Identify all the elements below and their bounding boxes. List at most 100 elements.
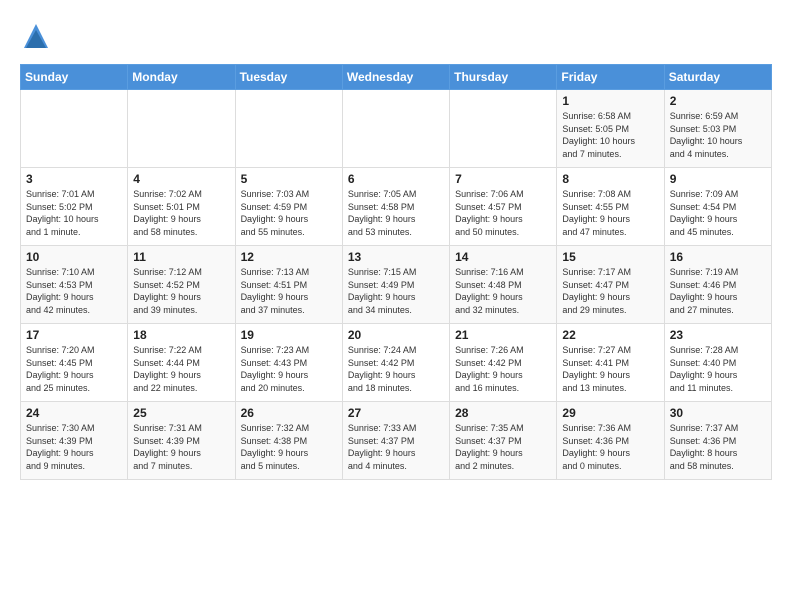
- day-cell: 21 Sunrise: 7:26 AM Sunset: 4:42 PM Dayli…: [450, 324, 557, 402]
- header-row: [20, 16, 772, 52]
- calendar-container: SundayMondayTuesdayWednesdayThursdayFrid…: [0, 0, 792, 490]
- day-cell: 17 Sunrise: 7:20 AM Sunset: 4:45 PM Dayli…: [21, 324, 128, 402]
- day-info: Sunrise: 7:33 AM Sunset: 4:37 PM Dayligh…: [348, 422, 444, 472]
- day-info: Sunrise: 7:23 AM Sunset: 4:43 PM Dayligh…: [241, 344, 337, 394]
- day-cell: [235, 90, 342, 168]
- day-number: 29: [562, 406, 658, 420]
- header-row-days: SundayMondayTuesdayWednesdayThursdayFrid…: [21, 65, 772, 90]
- day-number: 22: [562, 328, 658, 342]
- day-number: 14: [455, 250, 551, 264]
- header-friday: Friday: [557, 65, 664, 90]
- day-number: 30: [670, 406, 766, 420]
- calendar-table: SundayMondayTuesdayWednesdayThursdayFrid…: [20, 64, 772, 480]
- day-number: 4: [133, 172, 229, 186]
- day-number: 2: [670, 94, 766, 108]
- day-number: 17: [26, 328, 122, 342]
- header-wednesday: Wednesday: [342, 65, 449, 90]
- day-cell: 24 Sunrise: 7:30 AM Sunset: 4:39 PM Dayli…: [21, 402, 128, 480]
- day-info: Sunrise: 6:59 AM Sunset: 5:03 PM Dayligh…: [670, 110, 766, 160]
- day-cell: 27 Sunrise: 7:33 AM Sunset: 4:37 PM Dayli…: [342, 402, 449, 480]
- day-info: Sunrise: 7:09 AM Sunset: 4:54 PM Dayligh…: [670, 188, 766, 238]
- day-info: Sunrise: 7:32 AM Sunset: 4:38 PM Dayligh…: [241, 422, 337, 472]
- day-number: 11: [133, 250, 229, 264]
- day-cell: 8Sunrise: 7:08 AM Sunset: 4:55 PM Daylig…: [557, 168, 664, 246]
- day-cell: 30 Sunrise: 7:37 AM Sunset: 4:36 PM Dayli…: [664, 402, 771, 480]
- day-info: Sunrise: 7:24 AM Sunset: 4:42 PM Dayligh…: [348, 344, 444, 394]
- day-cell: [342, 90, 449, 168]
- day-number: 27: [348, 406, 444, 420]
- day-info: Sunrise: 7:26 AM Sunset: 4:42 PM Dayligh…: [455, 344, 551, 394]
- day-number: 15: [562, 250, 658, 264]
- day-cell: 2 Sunrise: 6:59 AM Sunset: 5:03 PM Daylig…: [664, 90, 771, 168]
- day-info: Sunrise: 7:10 AM Sunset: 4:53 PM Dayligh…: [26, 266, 122, 316]
- day-info: Sunrise: 7:20 AM Sunset: 4:45 PM Dayligh…: [26, 344, 122, 394]
- day-info: Sunrise: 7:15 AM Sunset: 4:49 PM Dayligh…: [348, 266, 444, 316]
- day-info: Sunrise: 7:36 AM Sunset: 4:36 PM Dayligh…: [562, 422, 658, 472]
- day-info: Sunrise: 7:27 AM Sunset: 4:41 PM Dayligh…: [562, 344, 658, 394]
- day-info: Sunrise: 7:37 AM Sunset: 4:36 PM Dayligh…: [670, 422, 766, 472]
- day-info: Sunrise: 7:02 AM Sunset: 5:01 PM Dayligh…: [133, 188, 229, 238]
- day-number: 3: [26, 172, 122, 186]
- day-number: 12: [241, 250, 337, 264]
- day-info: Sunrise: 7:19 AM Sunset: 4:46 PM Dayligh…: [670, 266, 766, 316]
- day-cell: 22 Sunrise: 7:27 AM Sunset: 4:41 PM Dayli…: [557, 324, 664, 402]
- day-number: 10: [26, 250, 122, 264]
- day-cell: [21, 90, 128, 168]
- day-info: Sunrise: 6:58 AM Sunset: 5:05 PM Dayligh…: [562, 110, 658, 160]
- day-cell: 15Sunrise: 7:17 AM Sunset: 4:47 PM Dayli…: [557, 246, 664, 324]
- day-number: 7: [455, 172, 551, 186]
- day-number: 24: [26, 406, 122, 420]
- day-number: 13: [348, 250, 444, 264]
- week-row-1: 1 Sunrise: 6:58 AM Sunset: 5:05 PM Daylig…: [21, 90, 772, 168]
- day-cell: 1 Sunrise: 6:58 AM Sunset: 5:05 PM Daylig…: [557, 90, 664, 168]
- day-cell: 25 Sunrise: 7:31 AM Sunset: 4:39 PM Dayli…: [128, 402, 235, 480]
- logo-icon: [20, 20, 52, 52]
- day-info: Sunrise: 7:22 AM Sunset: 4:44 PM Dayligh…: [133, 344, 229, 394]
- day-number: 6: [348, 172, 444, 186]
- day-info: Sunrise: 7:12 AM Sunset: 4:52 PM Dayligh…: [133, 266, 229, 316]
- header-tuesday: Tuesday: [235, 65, 342, 90]
- day-info: Sunrise: 7:01 AM Sunset: 5:02 PM Dayligh…: [26, 188, 122, 238]
- day-cell: 11 Sunrise: 7:12 AM Sunset: 4:52 PM Dayli…: [128, 246, 235, 324]
- header-sunday: Sunday: [21, 65, 128, 90]
- day-cell: 3 Sunrise: 7:01 AM Sunset: 5:02 PM Daylig…: [21, 168, 128, 246]
- day-number: 18: [133, 328, 229, 342]
- day-info: Sunrise: 7:30 AM Sunset: 4:39 PM Dayligh…: [26, 422, 122, 472]
- day-info: Sunrise: 7:35 AM Sunset: 4:37 PM Dayligh…: [455, 422, 551, 472]
- day-cell: 12 Sunrise: 7:13 AM Sunset: 4:51 PM Dayli…: [235, 246, 342, 324]
- day-cell: 14 Sunrise: 7:16 AM Sunset: 4:48 PM Dayli…: [450, 246, 557, 324]
- header-saturday: Saturday: [664, 65, 771, 90]
- day-cell: 20 Sunrise: 7:24 AM Sunset: 4:42 PM Dayli…: [342, 324, 449, 402]
- day-cell: 26 Sunrise: 7:32 AM Sunset: 4:38 PM Dayli…: [235, 402, 342, 480]
- day-cell: 9Sunrise: 7:09 AM Sunset: 4:54 PM Daylig…: [664, 168, 771, 246]
- week-row-3: 10 Sunrise: 7:10 AM Sunset: 4:53 PM Dayli…: [21, 246, 772, 324]
- day-number: 23: [670, 328, 766, 342]
- week-row-2: 3 Sunrise: 7:01 AM Sunset: 5:02 PM Daylig…: [21, 168, 772, 246]
- day-number: 1: [562, 94, 658, 108]
- day-cell: 18 Sunrise: 7:22 AM Sunset: 4:44 PM Dayli…: [128, 324, 235, 402]
- day-cell: 19 Sunrise: 7:23 AM Sunset: 4:43 PM Dayli…: [235, 324, 342, 402]
- day-number: 28: [455, 406, 551, 420]
- day-info: Sunrise: 7:31 AM Sunset: 4:39 PM Dayligh…: [133, 422, 229, 472]
- day-number: 19: [241, 328, 337, 342]
- day-info: Sunrise: 7:28 AM Sunset: 4:40 PM Dayligh…: [670, 344, 766, 394]
- day-cell: 6Sunrise: 7:05 AM Sunset: 4:58 PM Daylig…: [342, 168, 449, 246]
- day-number: 25: [133, 406, 229, 420]
- day-cell: 13 Sunrise: 7:15 AM Sunset: 4:49 PM Dayli…: [342, 246, 449, 324]
- day-number: 26: [241, 406, 337, 420]
- day-number: 16: [670, 250, 766, 264]
- day-info: Sunrise: 7:16 AM Sunset: 4:48 PM Dayligh…: [455, 266, 551, 316]
- day-info: Sunrise: 7:03 AM Sunset: 4:59 PM Dayligh…: [241, 188, 337, 238]
- day-number: 20: [348, 328, 444, 342]
- day-number: 5: [241, 172, 337, 186]
- header-monday: Monday: [128, 65, 235, 90]
- day-info: Sunrise: 7:13 AM Sunset: 4:51 PM Dayligh…: [241, 266, 337, 316]
- day-cell: 16 Sunrise: 7:19 AM Sunset: 4:46 PM Dayli…: [664, 246, 771, 324]
- day-cell: 23 Sunrise: 7:28 AM Sunset: 4:40 PM Dayli…: [664, 324, 771, 402]
- day-cell: 29 Sunrise: 7:36 AM Sunset: 4:36 PM Dayli…: [557, 402, 664, 480]
- week-row-5: 24 Sunrise: 7:30 AM Sunset: 4:39 PM Dayli…: [21, 402, 772, 480]
- day-cell: 7Sunrise: 7:06 AM Sunset: 4:57 PM Daylig…: [450, 168, 557, 246]
- day-number: 21: [455, 328, 551, 342]
- logo: [20, 20, 56, 52]
- day-info: Sunrise: 7:08 AM Sunset: 4:55 PM Dayligh…: [562, 188, 658, 238]
